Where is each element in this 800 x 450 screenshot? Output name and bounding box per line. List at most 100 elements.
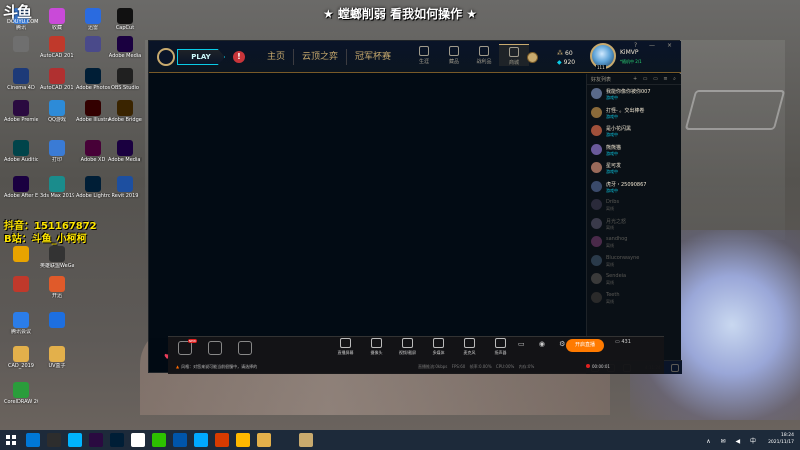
desktop-icon[interactable]: Adobe Media <box>108 36 142 59</box>
friend-row[interactable]: sandhog 离线 <box>587 233 681 252</box>
friend-status: 游戏中 <box>606 113 618 119</box>
league-logo-icon[interactable] <box>157 48 175 66</box>
game-icon[interactable]: NEW <box>178 339 197 355</box>
taskbar-app-icon[interactable] <box>194 433 208 447</box>
clock[interactable]: 18:24 2021/11/17 <box>768 432 794 446</box>
friend-avatar <box>591 199 602 210</box>
desktop-icon[interactable]: Adobe Media Encoder <box>108 140 142 163</box>
desktop-icon[interactable] <box>4 36 38 53</box>
tool-speaker[interactable]: 扬声器 <box>485 337 516 356</box>
friend-status: 游戏中 <box>606 95 618 100</box>
desktop-icon[interactable]: 英雄联盟WeGame版 <box>40 246 74 269</box>
tool-camera[interactable]: 摄像头 <box>361 337 392 356</box>
desktop-icon[interactable]: CAD_2019 <box>4 346 38 369</box>
desktop-icon[interactable]: Adobe Premiere <box>4 100 38 123</box>
scene-icon[interactable] <box>208 341 222 355</box>
taskbar-app-icon[interactable] <box>131 433 145 447</box>
rp-value: 60 <box>565 50 573 57</box>
friend-row[interactable]: 虎牙・25090867 游戏中 <box>587 178 681 197</box>
tool-profile[interactable]: 生涯 <box>409 44 439 66</box>
desktop-icon[interactable]: Adobe Bridge <box>108 100 142 123</box>
nav-clash[interactable]: 冠军杯赛 <box>347 49 399 65</box>
taskbar-app-icon[interactable] <box>110 433 124 447</box>
taskbar-app-icon[interactable] <box>299 433 313 447</box>
desktop-icon-label: CorelDRAW 2020 (64-Bit) <box>4 399 38 405</box>
desktop-icon[interactable] <box>40 312 74 329</box>
desktop-icon[interactable]: AutoCAD 2019 <box>40 68 74 91</box>
desktop-icon[interactable]: Adobe After Effects <box>4 176 38 199</box>
desktop-icon[interactable]: QQ游戏 <box>40 100 74 123</box>
start-icon[interactable] <box>6 435 16 445</box>
taskbar-app-icon[interactable] <box>215 433 229 447</box>
desktop-icon[interactable] <box>4 246 38 263</box>
desktop-icon[interactable]: Adobe Lightroom <box>76 176 110 199</box>
start-live-button[interactable]: 开启直播 <box>566 339 604 352</box>
friend-row[interactable]: 打怪- 。交出棒卷 游戏中 <box>587 104 681 123</box>
desktop-icon[interactable]: 开迅 <box>40 276 74 299</box>
friend-row[interactable]: 是小花闪黑 游戏中 <box>587 122 681 141</box>
taskbar-app-icon[interactable] <box>173 433 187 447</box>
desktop-icons: 腾讯 Cinema 4D Adobe Premiere Adobe Audition A… <box>0 0 150 430</box>
desktop-icon[interactable]: Adobe XD <box>76 140 110 163</box>
tool-screen[interactable]: 直播屏幕 <box>330 337 361 356</box>
cinema4d-icon <box>13 68 29 84</box>
desktop-icon[interactable]: OBS Studio <box>108 68 142 91</box>
tool-loot[interactable]: 战利品 <box>469 44 499 66</box>
friend-row[interactable]: 我能你像你被你007 游戏中 <box>587 85 681 104</box>
tool-collection[interactable]: 藏品 <box>439 44 469 66</box>
friend-row[interactable]: Teeth 离线 <box>587 289 681 308</box>
desktop-icon[interactable]: Adobe Audition <box>4 140 38 163</box>
desktop-icon-label: CapCut <box>115 25 135 31</box>
window-controls[interactable]: ? — × <box>634 42 677 49</box>
desktop-icon[interactable]: CorelDRAW 2020 (64-Bit) <box>4 382 38 405</box>
taskbar-app-icon[interactable] <box>89 433 103 447</box>
taskbar-app-icon[interactable] <box>278 433 292 447</box>
be-balance: ◆ 920 <box>557 59 575 66</box>
taskbar-app-icon[interactable] <box>152 433 166 447</box>
friend-row[interactable]: 星可发 游戏中 <box>587 159 681 178</box>
friend-row[interactable]: 月光之怒 离线 <box>587 215 681 234</box>
friend-row[interactable]: Dribs 离线 <box>587 196 681 215</box>
desktop-icon[interactable]: 打印 <box>40 140 74 163</box>
desktop-icon[interactable]: 腾讯会议 <box>4 312 38 335</box>
desktop-icon[interactable]: 3ds Max 2019 <box>40 176 74 199</box>
desktop-icon[interactable] <box>76 36 110 53</box>
friend-row[interactable]: Bluconwayne 离线 <box>587 252 681 271</box>
desktop-icon[interactable]: Revit 2019 <box>108 176 142 199</box>
help-icon[interactable] <box>671 364 679 372</box>
taskbar-app-icon[interactable] <box>47 433 61 447</box>
alert-icon[interactable]: ! <box>233 51 245 63</box>
taskbar-app-icon[interactable] <box>68 433 82 447</box>
desktop-icon[interactable]: Cinema 4D <box>4 68 38 91</box>
desktop-icon[interactable]: Adobe Illustrator <box>76 100 110 123</box>
taskbar-app-icon[interactable] <box>236 433 250 447</box>
tool-label: 扬声器 <box>494 350 507 355</box>
tool-microphone[interactable]: 麦克风 <box>454 337 485 356</box>
stream-quick-icons[interactable]: ▭ ◉ ⚙ <box>518 340 571 348</box>
app-icon <box>85 36 101 52</box>
play-button[interactable]: PLAY <box>177 49 225 65</box>
layers-icon[interactable] <box>238 341 252 355</box>
tool-video[interactable]: 视频/截屏 <box>392 337 423 356</box>
desktop-icon-label: 3ds Max 2019 <box>40 193 74 199</box>
taskbar-app-icon[interactable] <box>26 433 40 447</box>
tool-media[interactable]: 多媒体 <box>423 337 454 356</box>
friend-row[interactable]: Sendeia 离线 <box>587 270 681 289</box>
desktop-icon[interactable]: AutoCAD 2019 - 简体中文 <box>40 36 74 59</box>
friend-name: 是小花闪黑 <box>606 126 632 132</box>
wallpaper-logo <box>684 90 786 130</box>
friend-row[interactable]: 熊熊猫 游戏中 <box>587 141 681 160</box>
nav-home[interactable]: 主页 <box>259 49 295 65</box>
desktop-icon[interactable] <box>4 276 38 293</box>
stream-timer: 00:00:01 <box>586 364 610 369</box>
system-tray[interactable]: ∧ ✉ ◀ 中 <box>706 436 760 445</box>
desktop-icon-label: Adobe Premiere <box>4 117 38 123</box>
desktop-icon[interactable]: Adobe Photoshop <box>76 68 110 91</box>
taskbar-app-icon[interactable] <box>257 433 271 447</box>
desktop-icon[interactable]: UV盒子 <box>40 346 74 369</box>
friends-header-icons[interactable]: + ▭ ▭ ≡ ⌕ <box>633 76 678 82</box>
friend-name: Sendeia <box>606 273 627 279</box>
nav-tft[interactable]: 云顶之弈 <box>294 49 348 65</box>
tool-store[interactable]: 商城 <box>499 44 529 66</box>
player-status[interactable]: *随机中 2/1 <box>620 59 642 65</box>
